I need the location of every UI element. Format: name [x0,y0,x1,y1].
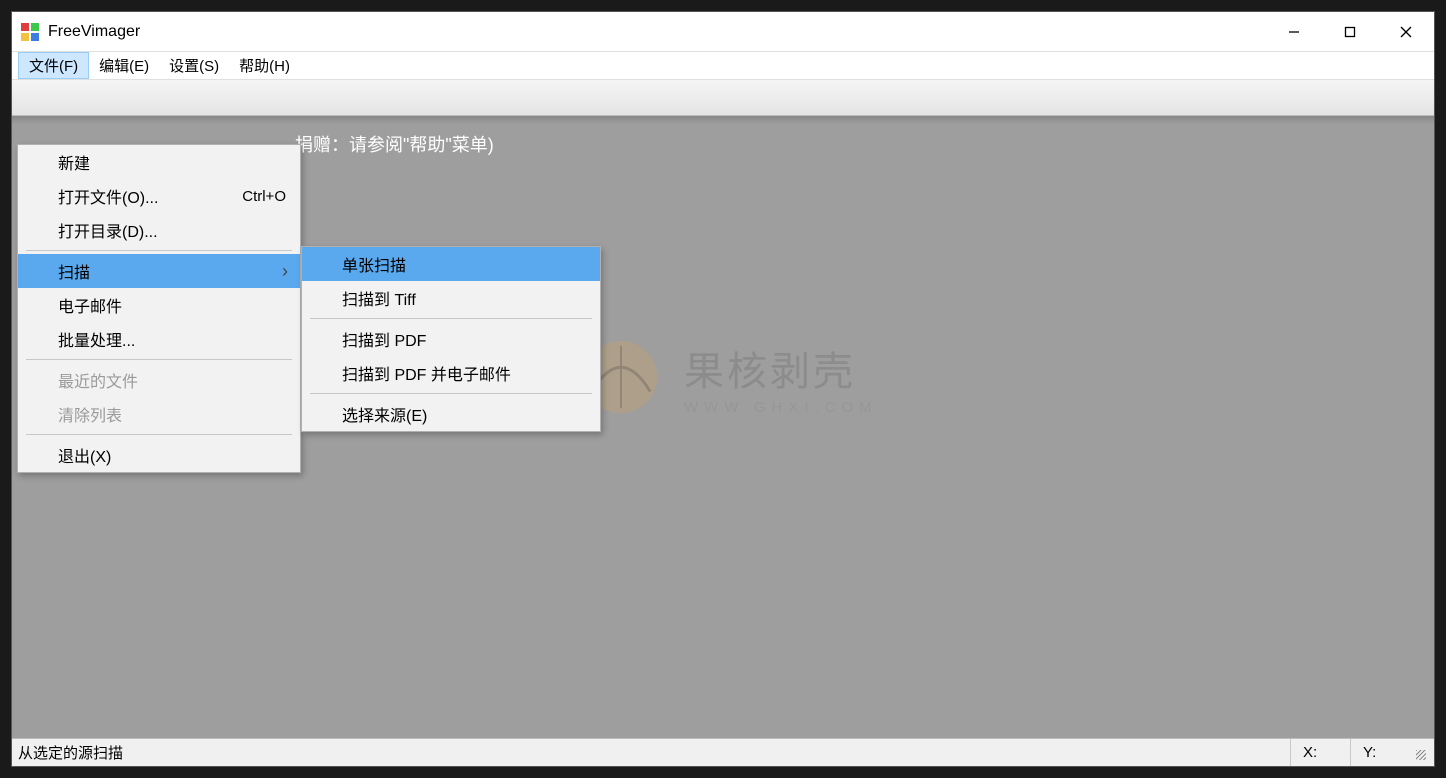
watermark-url: WWW.GHXI.COM [684,399,878,416]
menu-file[interactable]: 文件(F) [18,52,89,79]
donate-hint: 捐赠：请参阅"帮助"菜单) [295,131,494,157]
menu-item-clear-list: 清除列表 [18,397,300,431]
menu-item-new[interactable]: 新建 [18,145,300,179]
menu-item-open-dir[interactable]: 打开目录(D)... [18,213,300,247]
menu-separator [310,318,592,319]
status-text: 从选定的源扫描 [18,742,1290,763]
menu-help[interactable]: 帮助(H) [229,52,300,79]
submenu-item-select-source[interactable]: 选择来源(E) [302,397,600,431]
file-dropdown: 新建 打开文件(O)...Ctrl+O 打开目录(D)... 扫描 电子邮件 批… [17,144,301,473]
app-window: FreeVimager 文件(F) 编辑(E) 设置(S) 帮助(H) 捐赠：请… [11,11,1435,767]
status-y: Y: [1350,739,1410,766]
submenu-item-scan-pdf[interactable]: 扫描到 PDF [302,322,600,356]
submenu-item-scan-tiff[interactable]: 扫描到 Tiff [302,281,600,315]
menu-item-recent: 最近的文件 [18,363,300,397]
submenu-item-scan-pdf-email[interactable]: 扫描到 PDF 并电子邮件 [302,356,600,390]
scan-submenu: 单张扫描 扫描到 Tiff 扫描到 PDF 扫描到 PDF 并电子邮件 选择来源… [301,246,601,432]
menu-separator [310,393,592,394]
close-button[interactable] [1378,12,1434,52]
menu-item-open-file[interactable]: 打开文件(O)...Ctrl+O [18,179,300,213]
minimize-button[interactable] [1266,12,1322,52]
menu-settings[interactable]: 设置(S) [159,52,229,79]
submenu-item-single-scan[interactable]: 单张扫描 [302,247,600,281]
client-area: 捐赠：请参阅"帮助"菜单) 果核剥壳 WWW.GHXI.COM 新建 打开文件(… [12,116,1434,738]
watermark: 果核剥壳 WWW.GHXI.COM [582,338,878,416]
menubar: 文件(F) 编辑(E) 设置(S) 帮助(H) [12,52,1434,80]
watermark-name: 果核剥壳 [684,339,878,397]
status-x: X: [1290,739,1350,766]
menu-item-batch[interactable]: 批量处理... [18,322,300,356]
maximize-button[interactable] [1322,12,1378,52]
window-controls [1266,12,1434,51]
menu-item-scan[interactable]: 扫描 [18,254,300,288]
titlebar: FreeVimager [12,12,1434,52]
menu-item-exit[interactable]: 退出(X) [18,438,300,472]
menu-edit[interactable]: 编辑(E) [89,52,159,79]
resize-grip[interactable] [1410,744,1428,762]
menu-item-email[interactable]: 电子邮件 [18,288,300,322]
menu-separator [26,434,292,435]
menu-separator [26,359,292,360]
window-title: FreeVimager [48,23,1266,41]
statusbar: 从选定的源扫描 X: Y: [12,738,1434,766]
menu-separator [26,250,292,251]
toolbar [12,80,1434,116]
app-icon [20,22,40,42]
